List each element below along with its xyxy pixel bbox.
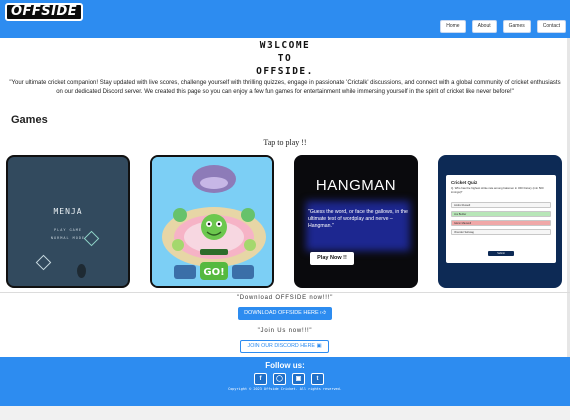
site-header: OFFSIDE Home About Games Contact	[0, 0, 570, 38]
tap-to-play-hint: Tap to play !!	[263, 138, 307, 147]
nav-games-button[interactable]: Games	[502, 20, 531, 33]
join-button-label: JOIN OUR DISCORD HERE	[247, 343, 315, 349]
games-heading: Games	[11, 114, 48, 126]
download-offside-button[interactable]: DOWNLOAD OFFSIDE HERE 👍︎	[238, 307, 332, 320]
dark-shape-icon	[77, 264, 86, 278]
thumbs-up-icon: 👍︎	[320, 310, 326, 316]
hangman-game-card[interactable]: HANGMAN "Guess the word, or face the gal…	[294, 155, 418, 288]
quiz-panel: Cricket Quiz Q. Who has the highest stri…	[446, 175, 556, 263]
follow-us-heading: Follow us:	[265, 361, 305, 370]
quiz-option[interactable]: Jos Buttler	[451, 211, 551, 217]
hangman-title: HANGMAN	[315, 177, 397, 194]
window-bottom-bar	[0, 406, 570, 420]
top-nav: Home About Games Contact	[440, 20, 566, 33]
download-prompt: "Download OFFSIDE now!!!"	[236, 295, 334, 301]
omnom-go-text: GO!	[203, 267, 224, 278]
quiz-option[interactable]: Glenn Maxwell	[451, 220, 551, 226]
hangman-play-now-button[interactable]: Play Now !!	[310, 252, 354, 265]
hangman-description: "Guess the word, or face the gallows, in…	[308, 209, 408, 229]
cricket-quiz-card[interactable]: Cricket Quiz Q. Who has the highest stri…	[438, 155, 562, 288]
intro-paragraph: "Your ultimate cricket companion! Stay u…	[9, 80, 561, 95]
menja-mode-label: NORMAL MODE	[50, 236, 86, 240]
offside-logo[interactable]: OFFSIDE	[5, 3, 84, 21]
nav-contact-button[interactable]: Contact	[536, 20, 566, 33]
section-divider	[0, 292, 570, 293]
join-prompt: "Join Us now!!!"	[257, 328, 313, 334]
discord-icon: ▣	[316, 343, 322, 349]
nav-about-button[interactable]: About	[471, 20, 497, 33]
welcome-line-2: TO	[277, 53, 293, 64]
omnom-game-card[interactable]: GO!	[150, 155, 274, 288]
instagram-icon[interactable]: ◯	[273, 373, 286, 385]
quiz-option[interactable]: Virender Sehwag	[451, 229, 551, 235]
welcome-line-3: OFFSIDE.	[256, 66, 314, 77]
omnom-scene-image: GO!	[152, 157, 272, 286]
twitter-icon[interactable]: t	[311, 373, 324, 385]
quiz-option[interactable]: Andre Russell	[451, 202, 551, 208]
join-discord-button[interactable]: JOIN OUR DISCORD HERE ▣	[240, 340, 329, 353]
menja-title: MENJA	[53, 207, 83, 216]
social-links: f ◯ ▣ t	[254, 373, 324, 385]
quiz-title: Cricket Quiz	[451, 180, 478, 185]
welcome-line-1: W3LCOME	[259, 40, 311, 51]
download-button-label: DOWNLOAD OFFSIDE HERE	[244, 310, 319, 316]
facebook-icon[interactable]: f	[254, 373, 267, 385]
cube-icon	[35, 254, 52, 271]
site-footer: Follow us: f ◯ ▣ t Copyright © 2023 Offs…	[0, 357, 570, 406]
cube-icon	[83, 230, 100, 247]
welcome-heading: W3LCOME TO OFFSIDE.	[0, 39, 570, 78]
copyright-text: Copyright © 2023 Offside Cricket. All ri…	[228, 387, 342, 391]
discord-icon[interactable]: ▣	[292, 373, 305, 385]
quiz-question: Q. Who has the highest strike rate among…	[451, 186, 544, 194]
menja-game-card[interactable]: MENJA PLAY GAME NORMAL MODE	[6, 155, 130, 288]
quiz-submit-button[interactable]: Submit	[488, 251, 514, 256]
nav-home-button[interactable]: Home	[440, 20, 466, 33]
menja-play-label: PLAY GAME	[54, 228, 82, 232]
